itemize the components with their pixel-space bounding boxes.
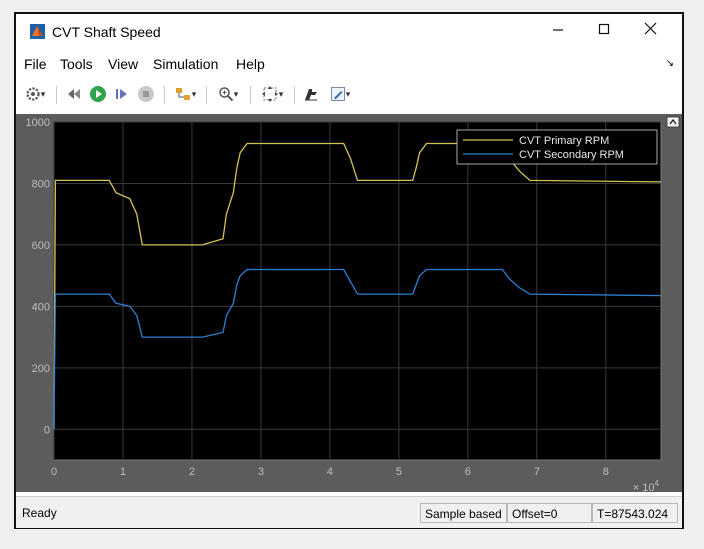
toolbar-separator	[206, 86, 207, 104]
y-tick-label: 200	[32, 363, 50, 375]
zoom-dropdown-icon[interactable]: ▾	[234, 89, 239, 100]
x-tick-label: 8	[603, 466, 609, 478]
x-tick-label: 0	[51, 466, 57, 478]
step-back-button[interactable]	[64, 84, 84, 104]
toolbar: ▾ ▾ ▾ ▾ ▾	[16, 80, 682, 108]
close-icon	[644, 22, 656, 35]
x-tick-label: 6	[465, 466, 471, 478]
scope-plot[interactable]: 0 1 2 3 4 5 6 7 8 0 200 400 600 800 1000 × 104 CVT Pri…	[16, 114, 682, 494]
legend: CVT Primary RPM CVT Secondary RPM	[456, 129, 658, 165]
menu-help[interactable]: Help	[236, 56, 265, 72]
style-icon	[330, 87, 345, 101]
menu-dock-arrow-icon[interactable]: ↘	[666, 58, 674, 69]
style-dropdown-icon[interactable]: ▾	[346, 89, 351, 100]
matlab-logo-icon	[30, 24, 45, 39]
toolbar-separator	[56, 86, 57, 104]
y-tick-label: 1000	[26, 117, 50, 129]
style-button[interactable]: ▾	[324, 84, 356, 104]
sample-mode-indicator: Sample based	[420, 503, 507, 523]
axes-background	[53, 121, 662, 461]
axes	[53, 121, 662, 461]
scope-display: 0 1 2 3 4 5 6 7 8 0 200 400 600 800 1000 × 104 CVT Pri…	[16, 114, 682, 494]
autoscale-dropdown-icon[interactable]: ▾	[279, 89, 284, 100]
autoscale-button[interactable]: ▾	[256, 84, 288, 104]
status-bar: Ready Sample based Offset=0 T=87543.024	[16, 496, 682, 528]
legend-label-1: CVT Primary RPM	[519, 135, 609, 147]
title-bar[interactable]: CVT Shaft Speed	[16, 14, 682, 48]
scope-window: CVT Shaft Speed File Tools View Simulati…	[14, 12, 684, 529]
minimize-button[interactable]	[536, 18, 580, 44]
settings-icon	[26, 87, 40, 101]
maximize-icon	[598, 23, 610, 35]
toolbar-separator	[164, 86, 165, 104]
y-tick-label: 600	[32, 240, 50, 252]
time-indicator: T=87543.024	[592, 503, 678, 523]
step-forward-icon	[116, 89, 127, 99]
highlight-icon	[175, 88, 190, 100]
x-tick-label: 5	[396, 466, 402, 478]
x-tick-label: 7	[534, 466, 540, 478]
menu-simulation[interactable]: Simulation	[153, 56, 218, 72]
offset-indicator: Offset=0	[507, 503, 592, 523]
stop-button[interactable]	[136, 84, 156, 104]
x-tick-label: 4	[327, 466, 333, 478]
highlight-dropdown-icon[interactable]: ▾	[192, 89, 197, 100]
run-icon	[90, 86, 106, 102]
menu-view[interactable]: View	[108, 56, 138, 72]
x-tick-label: 2	[189, 466, 195, 478]
x-axis-exponent: × 104	[633, 479, 660, 492]
minimize-icon	[553, 29, 563, 31]
step-back-icon	[68, 89, 80, 99]
x-tick-label: 3	[258, 466, 264, 478]
settings-button[interactable]: ▾	[22, 84, 48, 104]
autoscale-icon	[261, 86, 278, 102]
zoom-button[interactable]: ▾	[212, 84, 244, 104]
cursor-measure-button[interactable]	[300, 84, 322, 104]
step-forward-button[interactable]	[112, 84, 132, 104]
menu-bar: File Tools View Simulation Help ↘	[16, 52, 682, 76]
toolbar-separator	[294, 86, 295, 104]
toolbar-separator	[250, 86, 251, 104]
menu-tools[interactable]: Tools	[60, 56, 93, 72]
highlight-block-button[interactable]: ▾	[170, 84, 200, 104]
run-button[interactable]	[88, 84, 108, 104]
close-button[interactable]	[628, 18, 672, 44]
y-tick-label: 400	[32, 301, 50, 313]
y-tick-label: 0	[44, 424, 50, 436]
maximize-button[interactable]	[582, 18, 626, 44]
menu-file[interactable]: File	[24, 56, 47, 72]
cursor-measure-icon	[305, 89, 317, 101]
status-ready: Ready	[22, 506, 57, 520]
legend-label-2: CVT Secondary RPM	[519, 149, 624, 161]
window-title: CVT Shaft Speed	[52, 24, 161, 40]
stop-icon	[138, 86, 154, 102]
y-tick-label: 800	[32, 178, 50, 190]
x-tick-label: 1	[120, 466, 126, 478]
undock-button[interactable]	[666, 116, 680, 128]
zoom-icon	[218, 87, 233, 102]
settings-dropdown-icon[interactable]: ▾	[41, 89, 46, 100]
